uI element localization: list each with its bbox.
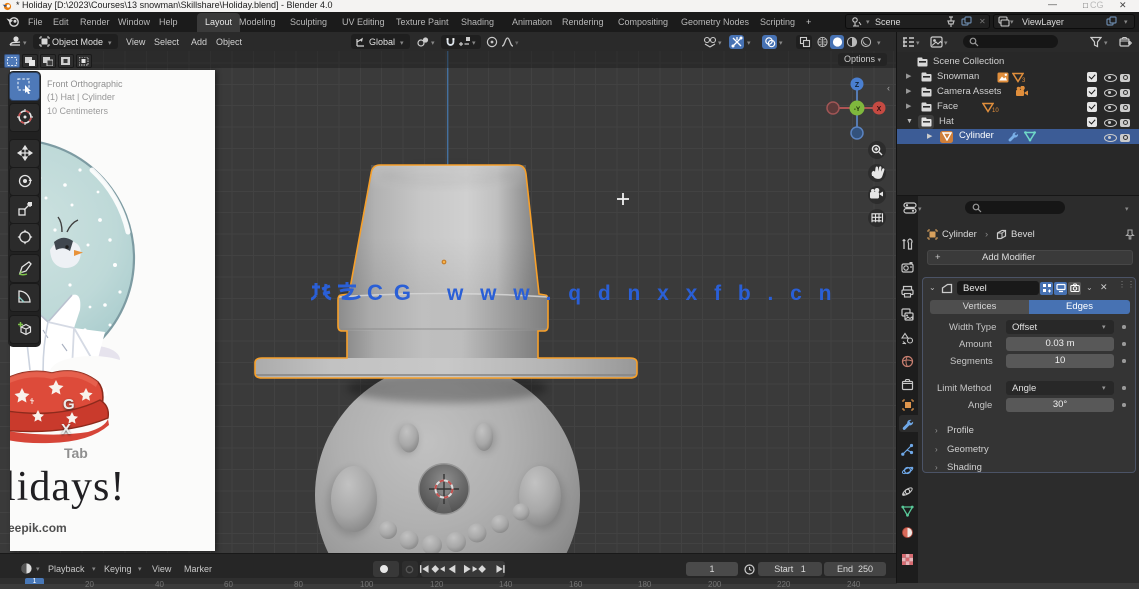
svg-text:Z: Z [855,82,860,89]
svg-text:-Y: -Y [854,106,861,113]
svg-text:X: X [877,106,882,113]
svg-text:eepik.com: eepik.com [10,521,67,535]
svg-text:lidays!: lidays! [10,464,125,510]
svg-text:‹: ‹ [887,83,890,93]
